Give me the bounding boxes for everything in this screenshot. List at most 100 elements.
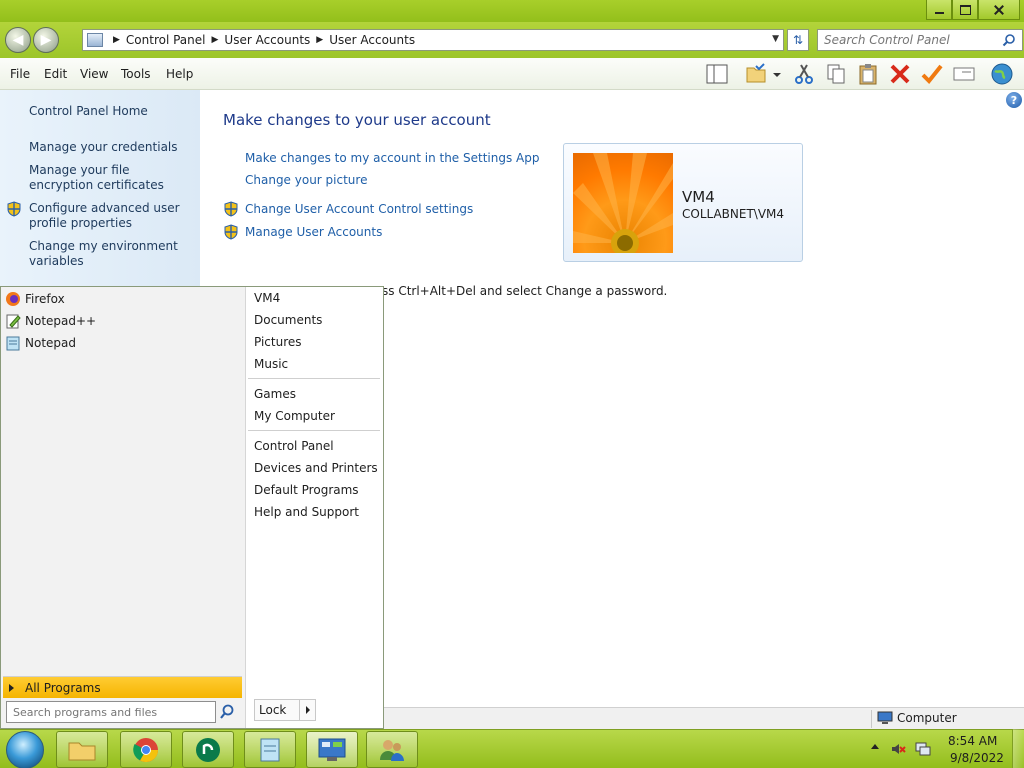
volume-muted-icon[interactable] [890,741,906,757]
page-title: Make changes to your user account [223,111,491,129]
taskbar-control-panel[interactable] [306,731,358,768]
status-bar: Computer [384,707,1024,729]
address-toolbar: ◀ ▶ ▶ Control Panel ▶ User Accounts ▶ Us… [0,22,1024,58]
forward-arrow-icon: ▶ [40,32,52,48]
start-item-documents[interactable]: Documents [254,313,322,327]
properties-folder-icon[interactable] [744,62,768,86]
flower-image [573,153,673,253]
control-panel-icon [87,33,103,47]
start-search-input[interactable] [7,702,215,722]
search-input[interactable] [818,30,998,50]
chrome-icon [133,737,158,762]
address-dropdown-icon[interactable]: ▼ [772,34,779,44]
start-menu-programs-pane: Firefox Notepad++ Notepad All Programs [1,287,245,728]
copy-icon[interactable] [824,62,848,86]
chevron-right-icon [9,683,14,692]
app-green-icon [196,737,220,762]
all-programs-label: All Programs [25,680,101,695]
link-uac-settings[interactable]: Change User Account Control settings [245,202,473,216]
sidebar-environment-variables[interactable]: Change my environment variables [29,239,194,269]
firefox-icon [6,292,20,306]
sidebar-advanced-profile[interactable]: Configure advanced user profile properti… [29,201,194,231]
start-button[interactable] [6,731,44,768]
back-button[interactable]: ◀ [5,27,31,53]
start-item-pictures[interactable]: Pictures [254,335,302,349]
breadcrumb-control-panel[interactable]: Control Panel [126,33,206,47]
all-programs-button[interactable]: All Programs [3,676,242,698]
maximize-button[interactable] [952,0,978,20]
start-item-default-programs[interactable]: Default Programs [254,483,359,497]
chevron-down-icon[interactable] [770,62,784,86]
search-icon[interactable] [218,703,236,721]
minimize-button[interactable] [926,0,952,20]
help-icon[interactable]: ? [1006,92,1022,108]
link-settings-app[interactable]: Make changes to my account in the Settin… [245,151,539,165]
lock-options-arrow-icon[interactable] [299,700,315,720]
layout-pane-icon[interactable] [705,62,729,86]
window-icon[interactable] [952,62,976,86]
control-panel-icon [318,738,346,761]
lock-button[interactable]: Lock [254,699,316,721]
title-bar [0,0,1024,22]
breadcrumb-user-accounts[interactable]: User Accounts [224,33,310,47]
sidebar-control-panel-home[interactable]: Control Panel Home [29,104,194,119]
start-item-user[interactable]: VM4 [254,291,280,305]
address-bar[interactable]: ▶ Control Panel ▶ User Accounts ▶ User A… [82,29,784,51]
taskbar-explorer[interactable] [56,731,108,768]
forward-button[interactable]: ▶ [33,27,59,53]
taskbar-chrome[interactable] [120,731,172,768]
close-button[interactable] [978,0,1020,20]
link-change-picture[interactable]: Change your picture [245,173,367,187]
menu-help[interactable]: Help [166,67,193,81]
taskbar-app-green[interactable] [182,731,234,768]
clock-time[interactable]: 8:54 AM [948,734,997,748]
notepad-icon [6,336,20,351]
folder-icon [68,742,96,760]
refresh-button[interactable]: ⇅ [787,29,809,51]
cut-icon[interactable] [792,62,816,86]
show-hidden-icons-icon[interactable] [871,744,879,749]
lock-label: Lock [259,703,287,717]
taskbar-notepad[interactable] [244,731,296,768]
chevron-right-icon[interactable]: ▶ [316,35,323,45]
program-notepad[interactable]: Notepad [5,333,76,353]
menu-tools[interactable]: Tools [121,67,151,81]
computer-icon [877,711,893,724]
sidebar-file-encryption[interactable]: Manage your file encryption certificates [29,163,194,193]
checkmark-icon[interactable] [920,62,944,86]
program-label: Firefox [25,292,65,306]
user-picture [573,153,673,253]
chevron-right-icon[interactable]: ▶ [113,35,120,45]
chevron-right-icon[interactable]: ▶ [212,35,219,45]
start-item-help-support[interactable]: Help and Support [254,505,359,519]
sidebar-manage-credentials[interactable]: Manage your credentials [29,140,194,155]
network-icon[interactable] [914,741,932,757]
program-notepad-plus-plus[interactable]: Notepad++ [5,311,96,331]
delete-icon[interactable] [888,62,912,86]
show-desktop-button[interactable] [1012,729,1024,768]
start-search-box[interactable] [6,701,216,723]
start-item-my-computer[interactable]: My Computer [254,409,335,423]
link-manage-user-accounts[interactable]: Manage User Accounts [245,225,382,239]
user-account-card: VM4 COLLABNET\VM4 [563,143,803,262]
back-arrow-icon: ◀ [12,32,24,48]
menu-divider [248,430,380,431]
program-firefox[interactable]: Firefox [5,289,65,309]
clock-date[interactable]: 9/8/2022 [950,751,1004,765]
start-item-control-panel[interactable]: Control Panel [254,439,334,453]
menu-edit[interactable]: Edit [44,67,67,81]
uac-shield-icon [224,201,238,217]
menu-bar: File Edit View Tools Help [0,58,1024,90]
search-box[interactable] [817,29,1023,51]
breadcrumb-user-accounts-current[interactable]: User Accounts [329,33,415,47]
start-item-games[interactable]: Games [254,387,296,401]
menu-file[interactable]: File [10,67,30,81]
start-item-devices-printers[interactable]: Devices and Printers [254,461,378,475]
search-icon[interactable] [1002,33,1016,47]
globe-icon[interactable] [990,62,1014,86]
taskbar-user-accounts[interactable] [366,731,418,768]
menu-view[interactable]: View [80,67,108,81]
status-divider [871,710,872,728]
start-item-music[interactable]: Music [254,357,288,371]
paste-icon[interactable] [856,62,880,86]
